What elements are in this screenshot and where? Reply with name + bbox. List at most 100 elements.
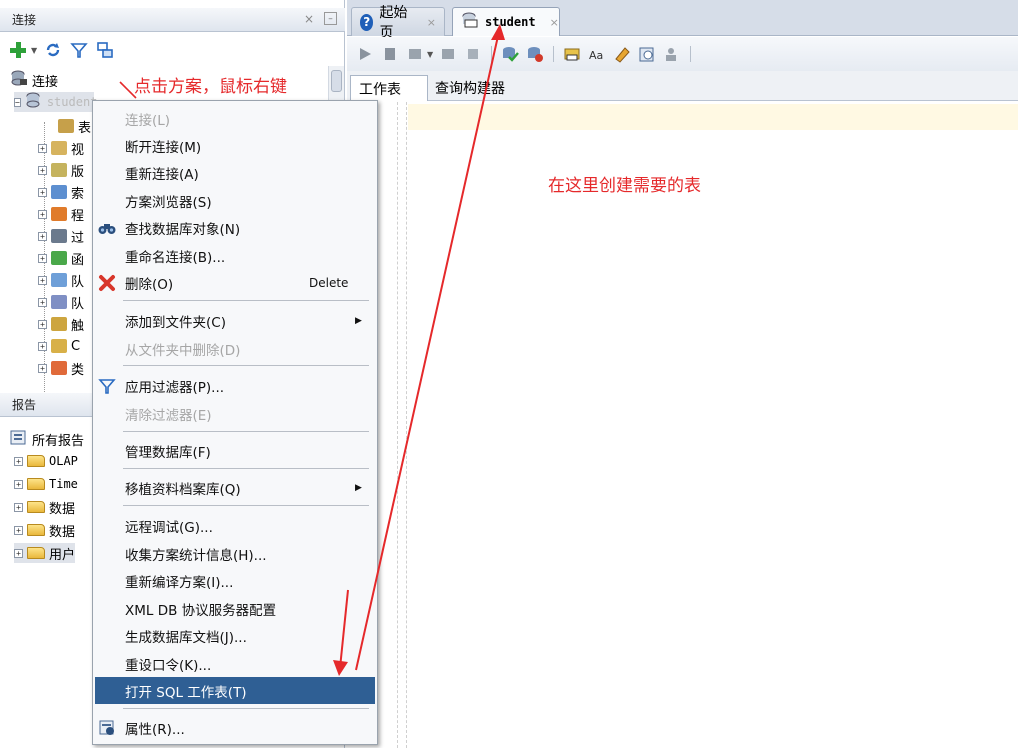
menu-item-reset-password[interactable]: 重设口令(K)... <box>93 650 377 677</box>
db-check-icon[interactable] <box>500 44 520 64</box>
commit-icon[interactable] <box>463 44 483 64</box>
expand-toggle-icon[interactable]: + <box>38 319 47 329</box>
report-item[interactable]: + 用户 <box>14 543 76 563</box>
menu-item-open-sql-worksheet[interactable]: 打开 SQL 工作表(T) <box>95 677 375 704</box>
tree-item[interactable]: 表 <box>58 116 91 136</box>
menu-item-schema-browser[interactable]: 方案浏览器(S) <box>93 187 377 214</box>
run-script-icon[interactable] <box>380 44 400 64</box>
expand-toggle-icon[interactable]: + <box>38 209 47 219</box>
menu-item-label: 打开 SQL 工作表(T) <box>125 684 247 701</box>
expand-toggle-icon[interactable]: + <box>38 143 47 153</box>
tab-worksheet[interactable]: 工作表 <box>350 75 428 101</box>
tree-item[interactable]: + 队 <box>38 270 84 290</box>
menu-item-remote-debug[interactable]: 远程调试(G)... <box>93 512 377 539</box>
menu-item-generate-db-doc[interactable]: 生成数据库文档(J)... <box>93 622 377 649</box>
tree-item[interactable]: + 程 <box>38 204 84 224</box>
expand-toggle-icon[interactable]: + <box>38 275 47 285</box>
filter-icon[interactable] <box>69 40 89 60</box>
menu-item-xml-db-config[interactable]: XML DB 协议服务器配置 <box>93 595 377 622</box>
expand-toggle-icon[interactable]: + <box>14 479 23 489</box>
menu-item-reconnect[interactable]: 重新连接(A) <box>93 159 377 186</box>
expand-toggle-icon[interactable]: + <box>38 341 47 351</box>
panel-minimize-icon[interactable]: – <box>324 12 337 25</box>
menu-item-remove-from-folder[interactable]: 从文件夹中删除(D) <box>93 335 377 362</box>
delete-x-icon <box>97 273 117 293</box>
tab-start-page-label: 起始页 <box>379 5 408 41</box>
menu-item-properties[interactable]: 属性(R)... <box>93 714 377 741</box>
autotrace-icon[interactable] <box>438 44 458 64</box>
menu-item-label: 从文件夹中删除(D) <box>125 342 241 359</box>
sql-tuning-icon[interactable] <box>562 44 582 64</box>
expand-toggle-icon[interactable]: + <box>38 187 47 197</box>
database-icon <box>25 92 43 112</box>
menu-item-disconnect[interactable]: 断开连接(M) <box>93 132 377 159</box>
add-connection-icon[interactable] <box>8 40 28 60</box>
tree-item[interactable]: + 队 <box>38 292 84 312</box>
menu-item-clear-filter[interactable]: 清除过滤器(E) <box>93 400 377 427</box>
expand-toggle-icon[interactable]: + <box>38 165 47 175</box>
expand-toggle-icon[interactable]: + <box>14 456 23 466</box>
report-item[interactable]: + 数据 <box>14 497 75 517</box>
tree-item[interactable]: + 版 <box>38 160 84 180</box>
menu-item-find-db-object[interactable]: 查找数据库对象(N) <box>93 214 377 241</box>
user-icon[interactable] <box>662 44 682 64</box>
menu-item-label: 管理数据库(F) <box>125 444 211 461</box>
run-statement-icon[interactable] <box>355 44 375 64</box>
menu-item-rename-connection[interactable]: 重命名连接(B)... <box>93 242 377 269</box>
menu-item-manage-database[interactable]: 管理数据库(F) <box>93 437 377 464</box>
tab-start-page[interactable]: ? 起始页 × <box>351 5 445 41</box>
tree-connection-student[interactable]: − student <box>14 92 97 112</box>
db-rollback-icon[interactable] <box>525 44 545 64</box>
dropdown-icon[interactable]: ▼ <box>427 50 433 59</box>
tab-student-worksheet[interactable]: student × <box>452 7 560 36</box>
history-icon[interactable] <box>637 44 657 64</box>
to-upper-lower-icon[interactable]: Aa <box>587 44 607 64</box>
expand-toggle-icon[interactable]: + <box>14 525 23 535</box>
scrollbar-thumb[interactable] <box>331 70 342 92</box>
annotation-right-click-hint: 点击方案，鼠标右键 <box>134 77 287 97</box>
add-dropdown-icon[interactable]: ▼ <box>31 46 37 55</box>
tree-item[interactable]: + C <box>38 336 80 356</box>
expand-toggle-icon[interactable]: + <box>38 253 47 263</box>
close-icon[interactable]: × <box>427 16 436 29</box>
tree-item[interactable]: + 视 <box>38 138 84 158</box>
tab-worksheet-label: 工作表 <box>359 81 401 98</box>
report-item[interactable]: + Time <box>14 474 78 494</box>
schema-browser-icon[interactable] <box>95 40 115 60</box>
tree-item[interactable]: + 类 <box>38 358 84 378</box>
expand-toggle-icon[interactable]: + <box>38 363 47 373</box>
explain-plan-icon[interactable] <box>405 44 425 64</box>
tab-query-builder[interactable]: 查询构建器 <box>427 75 513 101</box>
toolbar-separator <box>553 46 555 62</box>
menu-item-connect[interactable]: 连接(L) <box>93 105 377 132</box>
collapse-toggle-icon[interactable]: − <box>14 97 21 107</box>
expand-toggle-icon[interactable]: + <box>14 502 23 512</box>
menu-item-add-to-folder[interactable]: 添加到文件夹(C) ▶ <box>93 307 377 334</box>
connections-toolbar: ▼ <box>0 36 115 64</box>
tree-item[interactable]: + 过 <box>38 226 84 246</box>
report-item[interactable]: + OLAP <box>14 451 78 471</box>
menu-item-gather-stats[interactable]: 收集方案统计信息(H)... <box>93 540 377 567</box>
tree-item[interactable]: + 索 <box>38 182 84 202</box>
all-reports-root[interactable]: 所有报告 <box>10 429 84 449</box>
tree-item[interactable]: + 触 <box>38 314 84 334</box>
expand-toggle-icon[interactable]: + <box>38 231 47 241</box>
sql-editor[interactable] <box>347 102 1018 748</box>
menu-separator <box>123 505 369 506</box>
refresh-icon[interactable] <box>43 40 63 60</box>
menu-item-migration-repository[interactable]: 移植资料档案库(Q) ▶ <box>93 474 377 501</box>
menu-item-apply-filter[interactable]: 应用过滤器(P)... <box>93 372 377 399</box>
close-icon[interactable]: × <box>550 16 559 29</box>
sql-developer-window: 连接 × – ▼ 连接 − student 表 + 视 + 版 + 索 + 程 … <box>0 0 1018 748</box>
tree-item[interactable]: + 函 <box>38 248 84 268</box>
connections-root[interactable]: 连接 <box>10 70 58 90</box>
clear-icon[interactable] <box>612 44 632 64</box>
report-item[interactable]: + 数据 <box>14 520 75 540</box>
editor-current-line[interactable] <box>408 104 1018 130</box>
expand-toggle-icon[interactable]: + <box>38 297 47 307</box>
expand-toggle-icon[interactable]: + <box>14 548 23 558</box>
tree-item-label: 函 <box>71 252 85 268</box>
menu-item-recompile-schema[interactable]: 重新编译方案(I)... <box>93 567 377 594</box>
panel-close-icon[interactable]: × <box>304 12 314 26</box>
menu-item-delete[interactable]: 删除(O) Delete <box>93 269 377 296</box>
